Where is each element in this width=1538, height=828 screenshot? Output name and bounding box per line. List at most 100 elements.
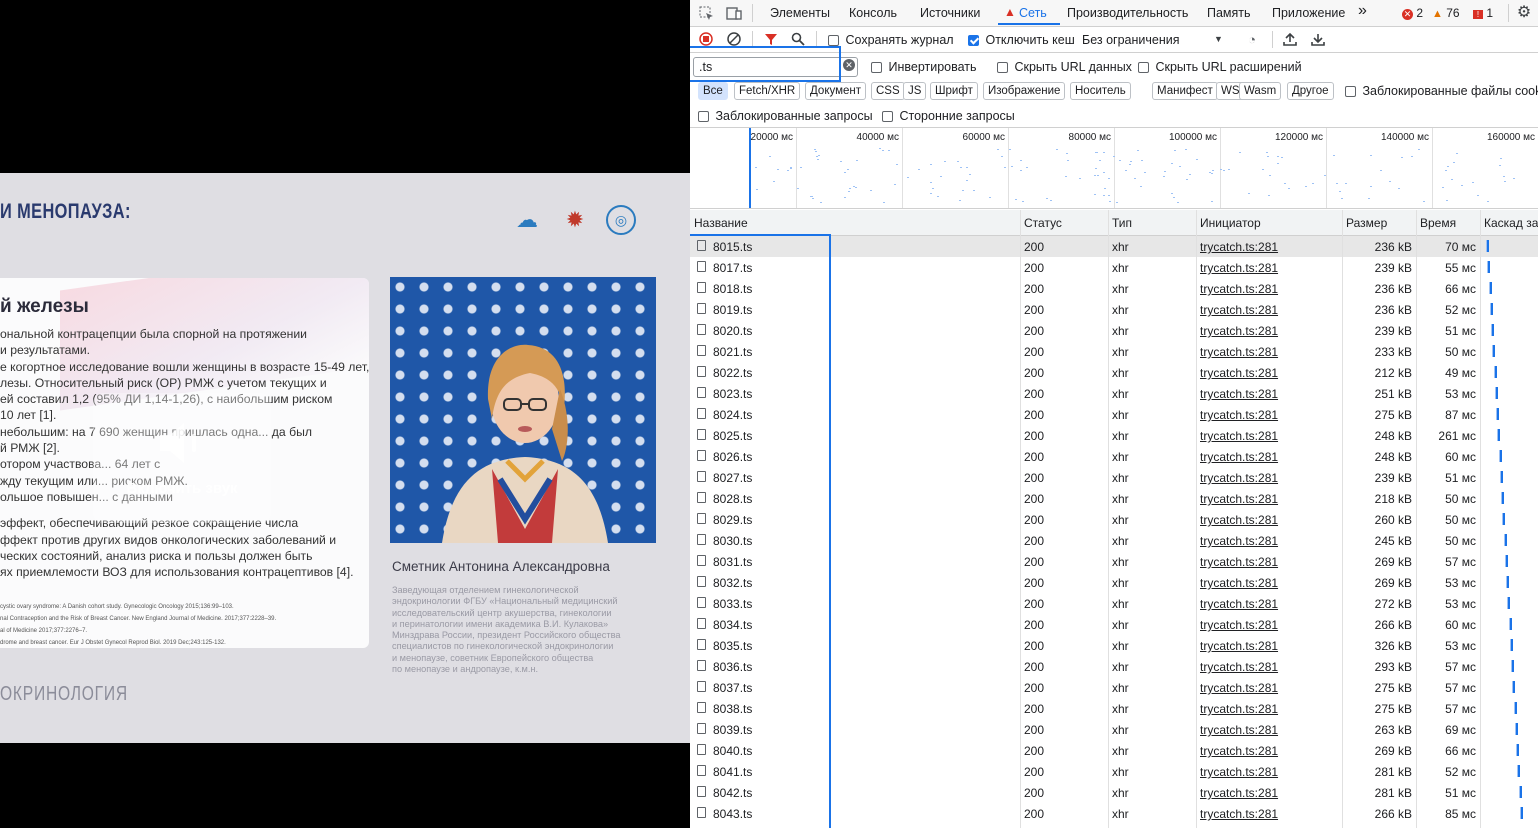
request-initiator[interactable]: trycatch.ts:281 — [1200, 240, 1278, 254]
type-filter-2[interactable]: Документ — [805, 82, 867, 100]
network-conditions-icon[interactable]: ◔ — [1243, 31, 1261, 47]
more-tabs-button[interactable]: » — [1358, 2, 1367, 20]
request-row[interactable]: 8041.ts 200 xhr trycatch.ts:281 281 kB 52 мс — [690, 761, 1538, 782]
error-badge[interactable]: ✕ 2 — [1402, 6, 1423, 20]
type-filter-4[interactable]: JS — [903, 82, 927, 100]
request-row[interactable]: 8043.ts 200 xhr trycatch.ts:281 266 kB 85 мс — [690, 803, 1538, 824]
tab-elements[interactable]: Элементы — [770, 6, 830, 20]
request-initiator[interactable]: trycatch.ts:281 — [1200, 261, 1278, 275]
blocked-cookies-checkbox[interactable]: Заблокированные файлы cookie — [1345, 84, 1538, 98]
type-filter-5[interactable]: Шрифт — [930, 82, 978, 100]
request-row[interactable]: 8022.ts 200 xhr trycatch.ts:281 212 kB 49 мс — [690, 362, 1538, 383]
type-filter-11[interactable]: Другое — [1287, 82, 1334, 100]
type-filter-1[interactable]: Fetch/XHR — [734, 82, 801, 100]
request-initiator[interactable]: trycatch.ts:281 — [1200, 744, 1278, 758]
tab-performance[interactable]: Производительность — [1067, 6, 1188, 20]
tab-memory[interactable]: Память — [1207, 6, 1251, 20]
request-initiator[interactable]: trycatch.ts:281 — [1200, 639, 1278, 653]
request-initiator[interactable]: trycatch.ts:281 — [1200, 660, 1278, 674]
video-player[interactable]: И МЕНОПАУЗА: ☁ ✹ ◎ й железы ональной кон… — [0, 0, 690, 828]
request-row[interactable]: 8018.ts 200 xhr trycatch.ts:281 236 kB 66 мс — [690, 278, 1538, 299]
device-toolbar-icon[interactable] — [726, 5, 742, 21]
clear-filter-icon[interactable]: ✕ — [843, 59, 855, 71]
column-header[interactable]: Статус — [1024, 216, 1062, 230]
export-har-icon[interactable] — [1310, 31, 1326, 47]
inspect-element-icon[interactable] — [698, 5, 714, 21]
request-initiator[interactable]: trycatch.ts:281 — [1200, 786, 1278, 800]
request-row[interactable]: 8025.ts 200 xhr trycatch.ts:281 248 kB 261 мс — [690, 425, 1538, 446]
column-header[interactable]: Инициатор — [1200, 216, 1261, 230]
request-initiator[interactable]: trycatch.ts:281 — [1200, 303, 1278, 317]
request-row[interactable]: 8042.ts 200 xhr trycatch.ts:281 281 kB 51 мс — [690, 782, 1538, 803]
invert-check[interactable] — [871, 62, 882, 74]
request-initiator[interactable]: trycatch.ts:281 — [1200, 366, 1278, 380]
request-row[interactable]: 8038.ts 200 xhr trycatch.ts:281 275 kB 57 мс — [690, 698, 1538, 719]
request-initiator[interactable]: trycatch.ts:281 — [1200, 723, 1278, 737]
request-initiator[interactable]: trycatch.ts:281 — [1200, 282, 1278, 296]
request-initiator[interactable]: trycatch.ts:281 — [1200, 324, 1278, 338]
request-row[interactable]: 8029.ts 200 xhr trycatch.ts:281 260 kB 50 мс — [690, 509, 1538, 530]
invert-checkbox[interactable]: Инвертировать — [871, 60, 977, 74]
filter-icon[interactable] — [764, 32, 778, 46]
request-initiator[interactable]: trycatch.ts:281 — [1200, 345, 1278, 359]
request-row[interactable]: 8037.ts 200 xhr trycatch.ts:281 275 kB 57 мс — [690, 677, 1538, 698]
type-filter-7[interactable]: Носитель — [1070, 82, 1131, 100]
throttle-select[interactable]: Без ограничения ▼ — [1082, 33, 1230, 47]
request-row[interactable]: 8023.ts 200 xhr trycatch.ts:281 251 kB 53 мс — [690, 383, 1538, 404]
request-initiator[interactable]: trycatch.ts:281 — [1200, 681, 1278, 695]
request-row[interactable]: 8036.ts 200 xhr trycatch.ts:281 293 kB 57 мс — [690, 656, 1538, 677]
request-initiator[interactable]: trycatch.ts:281 — [1200, 408, 1278, 422]
blocked-cookies-check[interactable] — [1345, 86, 1356, 98]
request-row[interactable]: 8027.ts 200 xhr trycatch.ts:281 239 kB 51 мс — [690, 467, 1538, 488]
disable-cache-check[interactable] — [968, 35, 979, 47]
request-initiator[interactable]: trycatch.ts:281 — [1200, 387, 1278, 401]
hide-data-urls-checkbox[interactable]: Скрыть URL данных — [997, 60, 1132, 74]
import-har-icon[interactable] — [1282, 31, 1298, 47]
request-row[interactable]: 8035.ts 200 xhr trycatch.ts:281 326 kB 53 мс — [690, 635, 1538, 656]
request-initiator[interactable]: trycatch.ts:281 — [1200, 702, 1278, 716]
hide-data-urls-check[interactable] — [997, 62, 1008, 74]
settings-gear-icon[interactable]: ⚙ — [1516, 4, 1532, 21]
request-initiator[interactable]: trycatch.ts:281 — [1200, 576, 1278, 590]
request-initiator[interactable]: trycatch.ts:281 — [1200, 534, 1278, 548]
request-initiator[interactable]: trycatch.ts:281 — [1200, 555, 1278, 569]
tab-application[interactable]: Приложение — [1272, 6, 1345, 20]
disable-cache-checkbox[interactable]: Отключить кеш — [968, 33, 1075, 47]
request-row[interactable]: 8017.ts 200 xhr trycatch.ts:281 239 kB 55 мс — [690, 257, 1538, 278]
request-initiator[interactable]: trycatch.ts:281 — [1200, 429, 1278, 443]
request-row[interactable]: 8032.ts 200 xhr trycatch.ts:281 269 kB 53 мс — [690, 572, 1538, 593]
blocked-requests-checkbox[interactable]: Заблокированные запросы — [698, 109, 873, 123]
third-party-checkbox[interactable]: Сторонние запросы — [882, 109, 1015, 123]
preserve-log-checkbox[interactable]: Сохранять журнал — [828, 33, 954, 47]
request-row[interactable]: 8021.ts 200 xhr trycatch.ts:281 233 kB 50 мс — [690, 341, 1538, 362]
request-row[interactable]: 8039.ts 200 xhr trycatch.ts:281 263 kB 69 мс — [690, 719, 1538, 740]
request-initiator[interactable]: trycatch.ts:281 — [1200, 450, 1278, 464]
request-row[interactable]: 8020.ts 200 xhr trycatch.ts:281 239 kB 51 мс — [690, 320, 1538, 341]
tab-console[interactable]: Консоль — [849, 6, 897, 20]
column-header[interactable]: Название — [694, 216, 748, 230]
request-initiator[interactable]: trycatch.ts:281 — [1200, 492, 1278, 506]
type-filter-3[interactable]: CSS — [871, 82, 905, 100]
tab-network[interactable]: Сеть — [1019, 6, 1047, 20]
timeline-overview[interactable]: 20000 мс 40000 мс 60000 мс 80000 мс 100000 м… — [690, 128, 1538, 209]
hide-ext-urls-check[interactable] — [1138, 62, 1149, 74]
unmute-button[interactable]: Включить звук — [93, 393, 271, 523]
blocked-requests-check[interactable] — [698, 111, 709, 123]
tab-sources[interactable]: Источники — [920, 6, 980, 20]
request-initiator[interactable]: trycatch.ts:281 — [1200, 765, 1278, 779]
column-header[interactable]: Тип — [1112, 216, 1132, 230]
request-row[interactable]: 8019.ts 200 xhr trycatch.ts:281 236 kB 52 мс — [690, 299, 1538, 320]
type-filter-10[interactable]: Wasm — [1239, 82, 1282, 100]
issues-badge[interactable]: ! 1 — [1473, 6, 1493, 20]
request-row[interactable]: 8026.ts 200 xhr trycatch.ts:281 248 kB 60 мс — [690, 446, 1538, 467]
type-filter-0[interactable]: Все — [698, 82, 728, 100]
request-row[interactable]: 8033.ts 200 xhr trycatch.ts:281 272 kB 53 мс — [690, 593, 1538, 614]
request-row[interactable]: 8031.ts 200 xhr trycatch.ts:281 269 kB 57 мс — [690, 551, 1538, 572]
request-initiator[interactable]: trycatch.ts:281 — [1200, 597, 1278, 611]
preserve-log-check[interactable] — [828, 35, 839, 47]
clear-icon[interactable] — [727, 32, 741, 46]
request-initiator[interactable]: trycatch.ts:281 — [1200, 471, 1278, 485]
request-row[interactable]: 8024.ts 200 xhr trycatch.ts:281 275 kB 87 мс — [690, 404, 1538, 425]
request-row[interactable]: 8028.ts 200 xhr trycatch.ts:281 218 kB 50 мс — [690, 488, 1538, 509]
request-row[interactable]: 8034.ts 200 xhr trycatch.ts:281 266 kB 60 мс — [690, 614, 1538, 635]
